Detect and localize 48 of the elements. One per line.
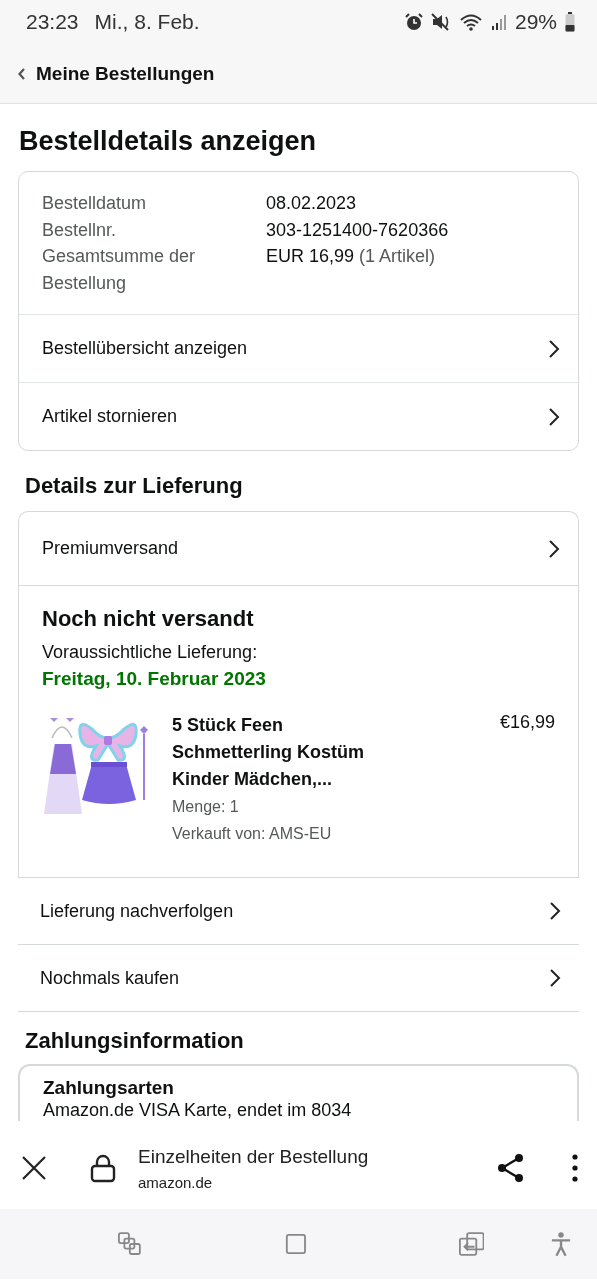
- recent-apps-icon[interactable]: [118, 1231, 142, 1257]
- clock-time: 23:23: [26, 10, 79, 34]
- mute-icon: [430, 13, 451, 31]
- share-icon[interactable]: [497, 1153, 525, 1183]
- shipping-row[interactable]: Premiumversand: [19, 512, 578, 586]
- action-row[interactable]: Nochmals kaufen: [18, 945, 579, 1012]
- quantity-text: Menge: 1: [172, 797, 240, 817]
- home-icon[interactable]: [284, 1232, 307, 1256]
- chevron-left-icon: [18, 67, 26, 80]
- link-row[interactable]: Bestellübersicht anzeigen: [19, 315, 578, 383]
- chevron-right-icon: [548, 538, 560, 559]
- battery-percent: 29%: [514, 10, 557, 34]
- page-title-text: Einzelheiten der Bestellung: [138, 1145, 370, 1168]
- field-label: Gesamtsumme der Bestellung: [42, 245, 197, 295]
- shipment-status: Noch nicht versandt: [42, 606, 255, 632]
- product-price: €16,99: [499, 712, 555, 733]
- alarm-icon: [404, 13, 423, 31]
- battery-icon: [565, 12, 575, 32]
- chevron-right-icon: [548, 406, 560, 427]
- link-row[interactable]: Artikel stornieren: [19, 383, 578, 450]
- signal-icon: [490, 13, 507, 31]
- field-label: Bestellnr.: [42, 218, 118, 242]
- chevron-right-icon: [549, 901, 561, 921]
- action-row[interactable]: Lieferung nachverfolgen: [18, 878, 579, 945]
- delivery-label: Voraussichtliche Lieferung:: [42, 642, 259, 663]
- wifi-icon: [458, 13, 483, 31]
- seller-text: Verkauft von: AMS-EU: [172, 824, 333, 844]
- more-menu-icon[interactable]: [571, 1153, 579, 1183]
- delivery-date: Freitag, 10. Februar 2023: [42, 668, 267, 690]
- product-title[interactable]: 5 Stück Feen Schmetterling Kostüm Kinder Mädchen,...: [172, 712, 397, 793]
- field-label: Bestelldatum: [42, 192, 148, 215]
- payment-method: Amazon.de VISA Karte, endet im 8034: [43, 1099, 353, 1121]
- section-heading: Zahlungsinformation: [25, 1028, 245, 1054]
- page-title: Bestelldetails anzeigen: [19, 126, 318, 157]
- domain-text: amazon.de: [138, 1173, 214, 1191]
- status-date: Mi., 8. Feb.: [94, 10, 200, 34]
- item-count: (1 Artikel): [359, 246, 436, 266]
- field-value: 08.02.2023: [266, 192, 358, 215]
- back-icon[interactable]: [458, 1231, 484, 1257]
- field-value: 303-1251400-7620366: [266, 218, 450, 242]
- section-heading: Details zur Lieferung: [25, 473, 244, 499]
- payment-methods-label: Zahlungsarten: [43, 1076, 175, 1099]
- lock-icon: [90, 1153, 116, 1183]
- close-icon[interactable]: [20, 1154, 48, 1182]
- field-value: EUR 16,99: [266, 246, 355, 266]
- chevron-right-icon: [549, 968, 561, 988]
- chevron-right-icon: [548, 338, 560, 359]
- accessibility-icon[interactable]: [551, 1230, 571, 1258]
